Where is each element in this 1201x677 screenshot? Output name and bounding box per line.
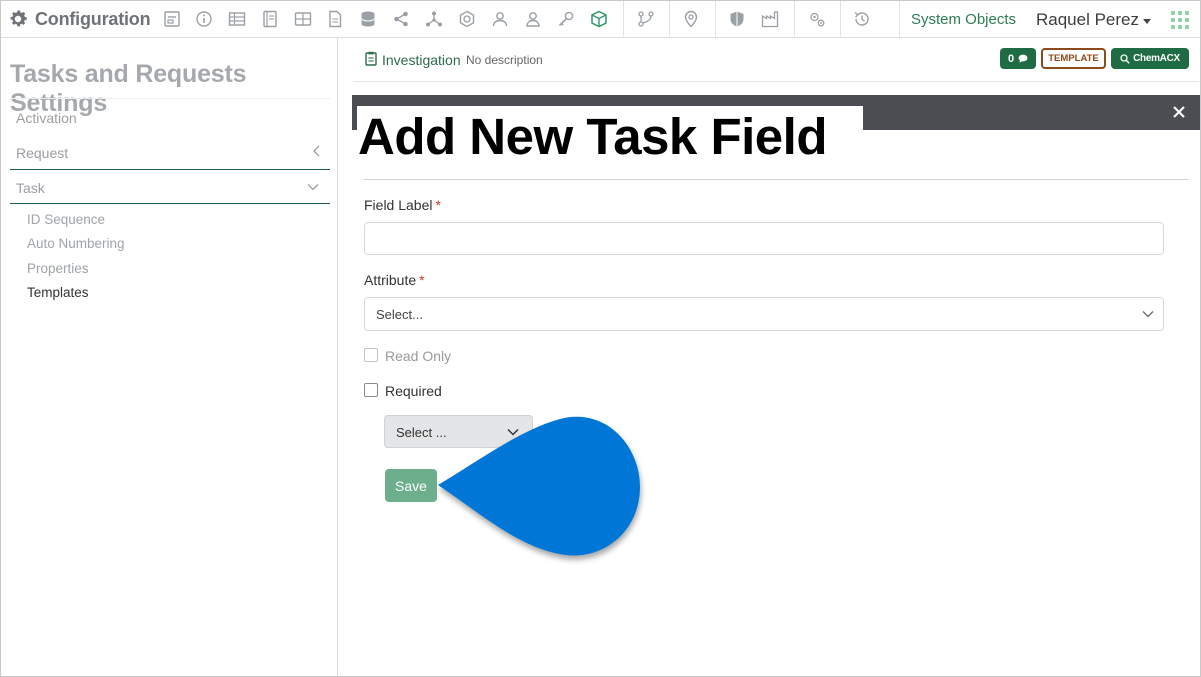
- chevron-down-icon: [1142, 311, 1154, 318]
- forms-icon[interactable]: [162, 9, 182, 29]
- history-icon[interactable]: [852, 9, 872, 29]
- attribute-label: Attribute *: [364, 272, 425, 288]
- sidebar-subitem-templates[interactable]: Templates: [27, 285, 89, 300]
- shield-icon[interactable]: [727, 9, 747, 29]
- workflow-icon[interactable]: [636, 9, 656, 29]
- sidebar-item-activation[interactable]: Activation: [16, 110, 77, 126]
- toolbar-divider: [623, 1, 624, 38]
- search-icon: [1120, 53, 1130, 64]
- object-description: No description: [466, 53, 543, 67]
- app-title: Configuration: [35, 8, 151, 29]
- database-icon[interactable]: [358, 9, 378, 29]
- attribute-select[interactable]: Select...: [364, 297, 1164, 331]
- settings-sidebar: Tasks and Requests Settings Activation R…: [1, 38, 338, 676]
- document-icon[interactable]: [325, 9, 345, 29]
- comment-icon: [1018, 54, 1028, 63]
- cube-icon[interactable]: [589, 9, 609, 29]
- key-icon[interactable]: [556, 9, 576, 29]
- sidebar-subitem-auto-numbering[interactable]: Auto Numbering: [27, 236, 125, 251]
- user-menu[interactable]: Raquel Perez: [1036, 10, 1152, 30]
- comment-count: 0: [1007, 52, 1015, 65]
- users-icon[interactable]: [490, 9, 510, 29]
- table-icon[interactable]: [227, 9, 247, 29]
- notebook-icon[interactable]: [260, 9, 280, 29]
- share-icon[interactable]: [391, 9, 411, 29]
- object-header: Investigation No description 0 TEMPLATE …: [354, 38, 1199, 82]
- required-marker: *: [435, 197, 441, 213]
- location-icon[interactable]: [681, 9, 701, 29]
- field-label-text: Field Label: [364, 197, 433, 213]
- divider: [364, 179, 1188, 180]
- modal-title: Add New Task Field: [358, 108, 827, 165]
- sidebar-subitem-id-sequence[interactable]: ID Sequence: [27, 212, 105, 227]
- read-only-label: Read Only: [385, 348, 452, 364]
- close-icon[interactable]: [1170, 103, 1188, 121]
- user-icon[interactable]: [523, 9, 543, 29]
- field-label-input[interactable]: [364, 222, 1164, 255]
- chevron-down-icon[interactable]: [306, 180, 320, 194]
- chemacx-button[interactable]: ChemACX: [1111, 48, 1189, 69]
- template-badge[interactable]: TEMPLATE: [1041, 48, 1106, 69]
- chemacx-label: ChemACX: [1133, 53, 1180, 64]
- attribute-label-text: Attribute: [364, 272, 417, 288]
- user-name: Raquel Perez: [1036, 10, 1140, 29]
- divider: [10, 203, 330, 204]
- toolbar-divider: [715, 1, 716, 38]
- toolbar-divider: [794, 1, 795, 38]
- sidebar-item-request[interactable]: Request: [16, 145, 68, 161]
- toolbar-divider: [840, 1, 841, 38]
- clipboard-icon: [365, 51, 377, 66]
- settings-icon[interactable]: [807, 9, 827, 29]
- apps-grid-icon[interactable]: [1171, 11, 1189, 29]
- toolbar-divider: [899, 1, 900, 38]
- sidebar-subitem-properties[interactable]: Properties: [27, 261, 89, 276]
- comments-badge[interactable]: 0: [1000, 48, 1036, 69]
- top-navigation-bar: Configuration System Objects Raquel Pere…: [1, 1, 1200, 38]
- attribute-select-value: Select...: [376, 307, 423, 322]
- divider: [10, 98, 330, 99]
- chevron-left-icon[interactable]: [310, 144, 324, 158]
- app-brand[interactable]: Configuration: [7, 7, 151, 31]
- toolbar-divider: [669, 1, 670, 38]
- object-title[interactable]: Investigation: [382, 52, 461, 68]
- chevron-down-icon: [1143, 19, 1152, 24]
- sidebar-item-task[interactable]: Task: [16, 180, 45, 196]
- callout-pointer: [438, 416, 640, 556]
- read-only-checkbox: [364, 348, 378, 362]
- grid-icon[interactable]: [293, 9, 313, 29]
- required-marker: *: [419, 272, 425, 288]
- system-objects-link[interactable]: System Objects: [911, 11, 1016, 28]
- network-icon[interactable]: [424, 9, 444, 29]
- divider: [10, 169, 330, 170]
- required-checkbox[interactable]: [364, 383, 378, 397]
- gear-icon: [10, 10, 27, 27]
- field-label-label: Field Label *: [364, 197, 441, 213]
- required-label: Required: [385, 383, 442, 399]
- factory-icon[interactable]: [760, 9, 780, 29]
- info-icon[interactable]: [194, 9, 214, 29]
- hexagon-icon[interactable]: [457, 9, 477, 29]
